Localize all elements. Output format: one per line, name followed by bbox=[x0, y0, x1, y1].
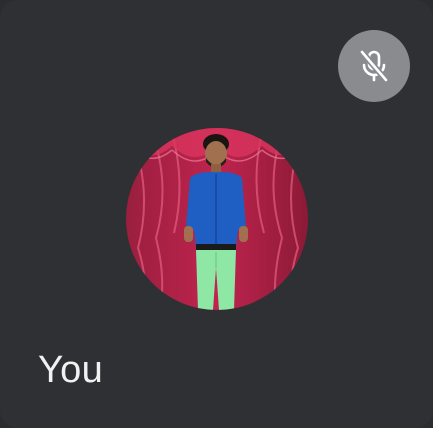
mic-muted-indicator[interactable] bbox=[338, 30, 410, 102]
mic-off-icon bbox=[354, 46, 394, 86]
participant-tile[interactable]: You bbox=[0, 0, 433, 428]
participant-avatar bbox=[126, 128, 308, 310]
participant-name: You bbox=[38, 349, 104, 391]
